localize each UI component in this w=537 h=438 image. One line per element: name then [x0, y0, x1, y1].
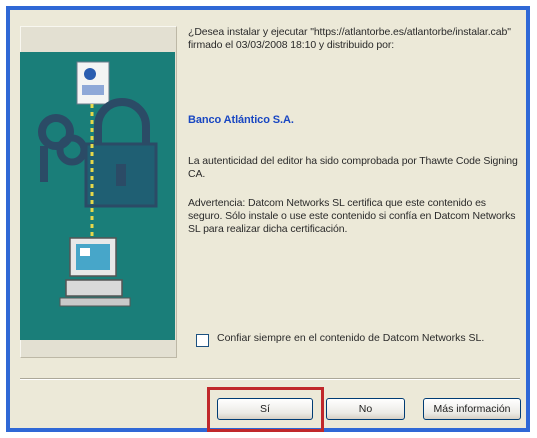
- document-icon: [76, 61, 110, 105]
- authenticity-text: La autenticidad del editor ha sido compr…: [188, 155, 518, 180]
- computer-icon: [59, 237, 131, 307]
- always-trust-option[interactable]: Confiar siempre en el contenido de Datco…: [196, 332, 516, 362]
- keys-icon: [38, 114, 88, 182]
- button-separator: [20, 378, 520, 380]
- always-trust-checkbox[interactable]: [196, 334, 209, 347]
- always-trust-label[interactable]: Confiar siempre en el contenido de Datco…: [217, 332, 517, 345]
- publisher-link[interactable]: Banco Atlántico S.A.: [188, 114, 518, 127]
- warning-text: Advertencia: Datcom Networks SL certific…: [188, 197, 516, 235]
- install-prompt-text: ¿Desea instalar y ejecutar "https://atla…: [188, 26, 511, 51]
- lock-icon: [84, 98, 158, 208]
- yes-button-highlight: [207, 387, 324, 432]
- no-button[interactable]: No: [326, 398, 405, 420]
- more-info-button[interactable]: Más información: [423, 398, 521, 420]
- certificate-illustration: [38, 61, 158, 307]
- screenshot-frame: ¿Desea instalar y ejecutar "https://atla…: [0, 0, 537, 438]
